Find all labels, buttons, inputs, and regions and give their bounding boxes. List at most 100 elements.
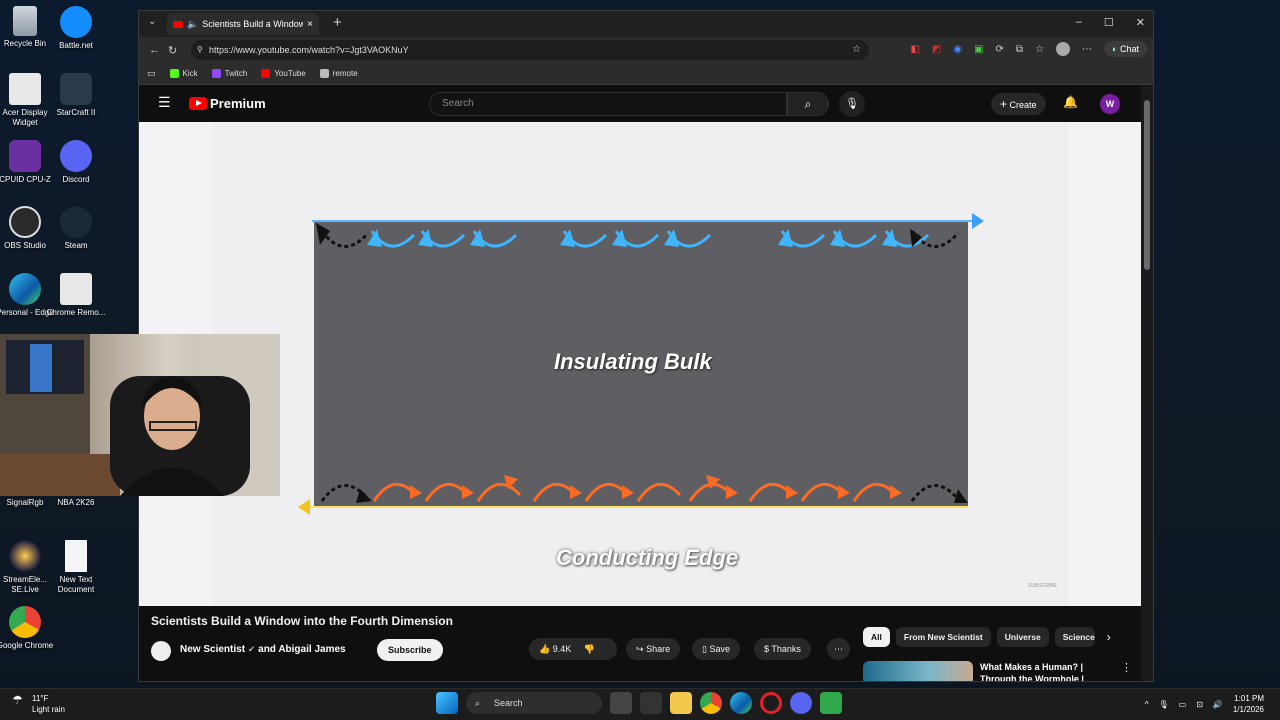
microphone-icon: 🎙: [845, 98, 859, 110]
volume-icon[interactable]: 🔊: [1213, 700, 1223, 709]
collections-icon[interactable]: ▭: [147, 68, 156, 79]
search-button[interactable]: ⌕: [787, 92, 829, 116]
create-button[interactable]: + Create: [991, 93, 1046, 115]
dislike-button[interactable]: 👎: [584, 644, 595, 654]
address-bar[interactable]: ⚲ https://www.youtube.com/watch?v=Jgt3VA…: [191, 40, 869, 60]
youtube-icon: [261, 69, 271, 78]
new-tab-icon[interactable]: +: [333, 14, 342, 31]
refresh-icon[interactable]: ↻: [168, 44, 177, 57]
extension-icon[interactable]: ▣: [974, 44, 983, 55]
weather-widget[interactable]: ☂ 11°F Light rain: [12, 693, 65, 715]
tab-list-chevron-icon[interactable]: ⌄: [148, 16, 156, 27]
notifications-bell-icon[interactable]: 🔔: [1063, 95, 1078, 109]
edge-icon: [9, 273, 41, 305]
edge-taskbar-icon[interactable]: [730, 692, 752, 714]
text-document-icon: [65, 540, 87, 572]
top-edge-arrow: [972, 213, 984, 229]
more-vertical-icon[interactable]: ⋮: [1121, 661, 1132, 674]
acer-widget-icon: [9, 73, 41, 105]
app-taskbar-icon[interactable]: [820, 692, 842, 714]
subscribe-watermark[interactable]: SUBSCRIBE: [1028, 583, 1057, 589]
file-explorer-icon[interactable]: [670, 692, 692, 714]
extension-icon[interactable]: ◩: [932, 44, 941, 55]
widgets-icon[interactable]: [640, 692, 662, 714]
channel-name[interactable]: New Scientist ✔ and Abigail James: [180, 644, 346, 655]
conducting-edge-label: Conducting Edge: [556, 545, 739, 570]
scrollbar-thumb[interactable]: [1144, 100, 1150, 270]
desktop-icon-discord[interactable]: Discord: [46, 140, 106, 185]
speaker-icon[interactable]: 🔈: [187, 19, 198, 30]
desktop-icon-new-text-document[interactable]: New Text Document: [46, 540, 106, 595]
close-window-icon[interactable]: ✕: [1136, 16, 1145, 29]
back-icon[interactable]: ←: [149, 44, 160, 56]
desktop-icon-starcraft[interactable]: StarCraft II: [46, 73, 106, 118]
chip-from-new-scientist[interactable]: From New Scientist: [895, 627, 991, 647]
page-scrollbar[interactable]: [1141, 86, 1153, 681]
account-avatar[interactable]: W: [1100, 94, 1120, 114]
channel-avatar[interactable]: [151, 641, 171, 661]
bottom-edge-arrow: [298, 499, 310, 515]
extension-icon[interactable]: ◧: [910, 44, 919, 55]
desktop-icon-chrome-remote[interactable]: Chrome Remo...: [46, 273, 106, 318]
bookmark-youtube[interactable]: YouTube: [261, 69, 306, 78]
more-menu-icon[interactable]: ⋯: [1082, 44, 1092, 55]
extension-icon[interactable]: ◉: [953, 44, 962, 55]
recycle-bin-icon: [13, 6, 37, 36]
desktop-icon-google-chrome[interactable]: Google Chrome: [0, 606, 55, 651]
maximize-icon[interactable]: ☐: [1104, 16, 1114, 29]
display-tray-icon[interactable]: ▭: [1179, 700, 1187, 709]
search-icon: ⌕: [475, 698, 481, 708]
save-button[interactable]: ▯ Save: [692, 638, 740, 660]
microphone-tray-icon[interactable]: 🎙: [1158, 700, 1168, 709]
more-actions-button[interactable]: ⋯: [827, 638, 850, 660]
subscribe-button[interactable]: Subscribe: [377, 639, 443, 661]
profile-icon[interactable]: [1056, 42, 1071, 56]
browser-tab-active[interactable]: 🔈 Scientists Build a Window into the Fou…: [167, 13, 319, 35]
youtube-logo-icon: [189, 97, 207, 110]
voice-search-button[interactable]: 🎙: [839, 91, 865, 117]
bookmark-kick[interactable]: Kick: [169, 69, 198, 78]
chip-universe[interactable]: Universe: [996, 627, 1049, 647]
copilot-chat-button[interactable]: ◐ Chat: [1104, 41, 1147, 57]
thanks-icon: $: [764, 644, 770, 654]
site-info-icon[interactable]: ⚲: [197, 40, 203, 60]
extensions-icon[interactable]: ⧉: [1016, 44, 1023, 55]
favorite-star-icon[interactable]: ☆: [852, 40, 861, 60]
chip-science[interactable]: Science: [1054, 627, 1095, 647]
extension-icon[interactable]: ⟳: [996, 44, 1004, 55]
favorites-icon[interactable]: ☆: [1035, 44, 1044, 55]
clock[interactable]: 1:01 PM 1/1/2026: [1233, 693, 1264, 715]
video-player[interactable]: Insulating Bulk Conducting Edge SUBSCRIB…: [212, 123, 1069, 605]
cpuz-icon: [9, 140, 41, 172]
close-tab-icon[interactable]: ×: [307, 19, 313, 30]
chevron-right-icon[interactable]: ›: [1107, 627, 1111, 647]
share-button[interactable]: ↪ Share: [626, 638, 681, 660]
youtube-premium-logo[interactable]: Premium: [189, 96, 266, 111]
opera-taskbar-icon[interactable]: [760, 692, 782, 714]
chip-all[interactable]: All: [863, 627, 890, 647]
hamburger-menu-icon[interactable]: ☰: [158, 94, 171, 111]
desktop-icon-steam[interactable]: Steam: [46, 206, 106, 251]
thanks-button[interactable]: $ Thanks: [754, 638, 811, 660]
like-button[interactable]: 👍 9.4K: [539, 644, 571, 654]
task-view-icon[interactable]: [610, 692, 632, 714]
tray-chevron-icon[interactable]: ^: [1145, 700, 1149, 709]
bookmark-twitch[interactable]: Twitch: [211, 69, 247, 78]
taskbar-search[interactable]: ⌕ Search: [466, 692, 602, 714]
webcam-feed: [0, 334, 280, 496]
bookmark-remote[interactable]: remote: [319, 69, 358, 78]
verified-icon: ✔: [247, 644, 256, 654]
minimize-icon[interactable]: –: [1076, 16, 1082, 29]
browser-window: ⌄ 🔈 Scientists Build a Window into the F…: [138, 10, 1154, 682]
windows-start-icon[interactable]: [436, 692, 458, 714]
chrome-taskbar-icon[interactable]: [700, 692, 722, 714]
desktop-icon-nba2k26[interactable]: NBA 2K26: [46, 498, 106, 508]
network-icon[interactable]: ⊡: [1196, 700, 1203, 709]
youtube-header: ☰ Premium Search ⌕ 🎙 + Create 🔔 W: [139, 86, 1143, 122]
desktop-icon-battlenet[interactable]: Battle.net: [46, 6, 106, 51]
recommended-video[interactable]: What Makes a Human? | Through the Wormho…: [863, 659, 1132, 681]
recommended-thumbnail[interactable]: [863, 661, 973, 681]
remote-icon: [319, 69, 329, 78]
youtube-search-input[interactable]: Search: [429, 92, 787, 116]
discord-taskbar-icon[interactable]: [790, 692, 812, 714]
